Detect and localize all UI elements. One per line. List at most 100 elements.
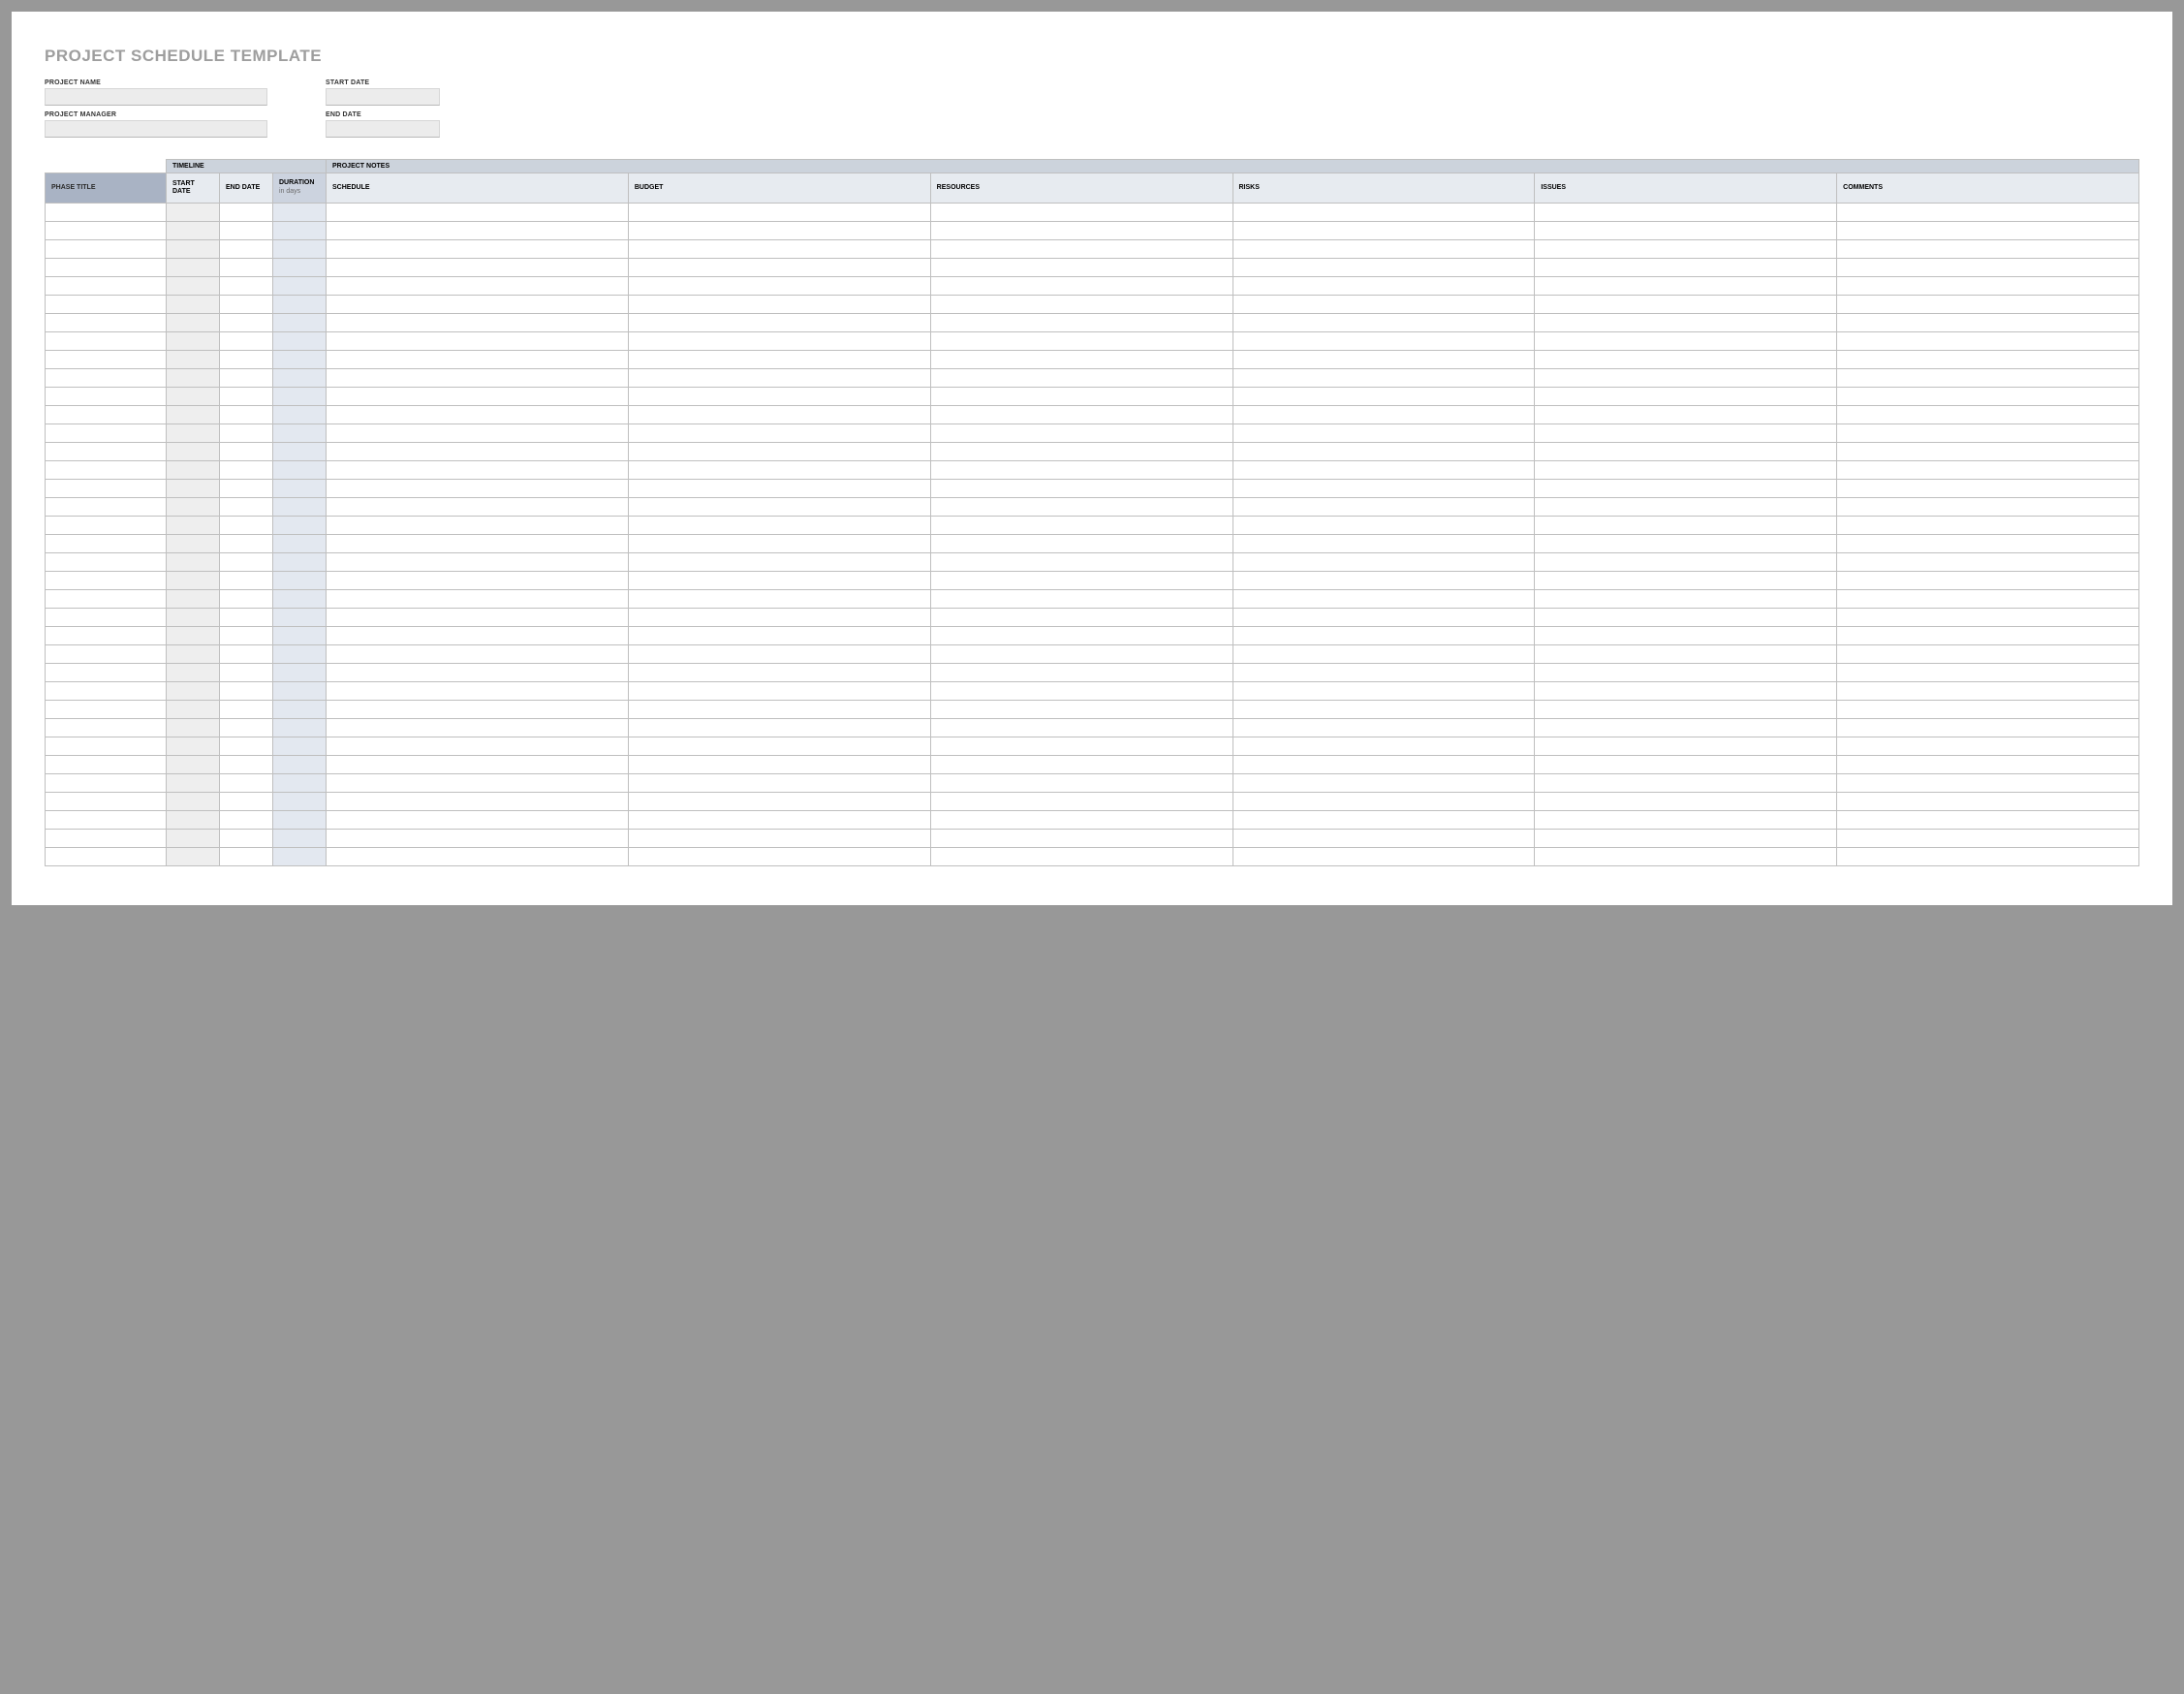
cell[interactable]	[628, 718, 930, 737]
cell[interactable]	[1837, 497, 2139, 516]
cell[interactable]	[1535, 497, 1837, 516]
cell[interactable]	[167, 368, 220, 387]
cell[interactable]	[273, 442, 327, 460]
cell[interactable]	[167, 239, 220, 258]
cell[interactable]	[273, 258, 327, 276]
cell[interactable]	[628, 571, 930, 589]
cell[interactable]	[46, 424, 167, 442]
cell[interactable]	[327, 534, 629, 552]
end-date-input[interactable]	[326, 120, 440, 138]
cell[interactable]	[930, 608, 1232, 626]
cell[interactable]	[1535, 350, 1837, 368]
cell[interactable]	[167, 387, 220, 405]
cell[interactable]	[1232, 552, 1535, 571]
cell[interactable]	[1535, 313, 1837, 331]
cell[interactable]	[628, 755, 930, 773]
cell[interactable]	[46, 681, 167, 700]
cell[interactable]	[220, 516, 273, 534]
cell[interactable]	[220, 405, 273, 424]
cell[interactable]	[273, 368, 327, 387]
cell[interactable]	[1232, 405, 1535, 424]
cell[interactable]	[220, 424, 273, 442]
cell[interactable]	[273, 534, 327, 552]
cell[interactable]	[628, 516, 930, 534]
cell[interactable]	[273, 313, 327, 331]
cell[interactable]	[1535, 295, 1837, 313]
cell[interactable]	[1535, 203, 1837, 221]
cell[interactable]	[46, 497, 167, 516]
cell[interactable]	[1232, 460, 1535, 479]
cell[interactable]	[46, 755, 167, 773]
cell[interactable]	[628, 663, 930, 681]
cell[interactable]	[220, 460, 273, 479]
cell[interactable]	[273, 792, 327, 810]
cell[interactable]	[273, 203, 327, 221]
cell[interactable]	[628, 700, 930, 718]
cell[interactable]	[930, 534, 1232, 552]
cell[interactable]	[46, 368, 167, 387]
cell[interactable]	[1837, 350, 2139, 368]
cell[interactable]	[1232, 755, 1535, 773]
cell[interactable]	[220, 773, 273, 792]
cell[interactable]	[628, 829, 930, 847]
cell[interactable]	[628, 424, 930, 442]
cell[interactable]	[1837, 792, 2139, 810]
cell[interactable]	[220, 331, 273, 350]
cell[interactable]	[1837, 773, 2139, 792]
cell[interactable]	[628, 221, 930, 239]
cell[interactable]	[1535, 626, 1837, 644]
cell[interactable]	[273, 571, 327, 589]
cell[interactable]	[1837, 552, 2139, 571]
cell[interactable]	[46, 350, 167, 368]
cell[interactable]	[1232, 479, 1535, 497]
cell[interactable]	[1837, 221, 2139, 239]
cell[interactable]	[1535, 589, 1837, 608]
cell[interactable]	[1232, 368, 1535, 387]
cell[interactable]	[1232, 387, 1535, 405]
cell[interactable]	[220, 792, 273, 810]
cell[interactable]	[220, 847, 273, 865]
cell[interactable]	[327, 460, 629, 479]
cell[interactable]	[273, 350, 327, 368]
cell[interactable]	[167, 424, 220, 442]
cell[interactable]	[628, 239, 930, 258]
cell[interactable]	[167, 792, 220, 810]
cell[interactable]	[273, 295, 327, 313]
cell[interactable]	[220, 663, 273, 681]
cell[interactable]	[327, 331, 629, 350]
cell[interactable]	[1837, 258, 2139, 276]
cell[interactable]	[930, 258, 1232, 276]
cell[interactable]	[1837, 295, 2139, 313]
cell[interactable]	[327, 295, 629, 313]
cell[interactable]	[167, 203, 220, 221]
cell[interactable]	[1837, 405, 2139, 424]
cell[interactable]	[46, 792, 167, 810]
cell[interactable]	[1232, 663, 1535, 681]
cell[interactable]	[46, 829, 167, 847]
cell[interactable]	[1535, 847, 1837, 865]
cell[interactable]	[930, 626, 1232, 644]
cell[interactable]	[220, 681, 273, 700]
cell[interactable]	[930, 239, 1232, 258]
cell[interactable]	[1837, 755, 2139, 773]
cell[interactable]	[167, 626, 220, 644]
cell[interactable]	[220, 295, 273, 313]
cell[interactable]	[273, 221, 327, 239]
cell[interactable]	[220, 608, 273, 626]
cell[interactable]	[327, 516, 629, 534]
cell[interactable]	[628, 405, 930, 424]
cell[interactable]	[1535, 405, 1837, 424]
cell[interactable]	[220, 442, 273, 460]
cell[interactable]	[327, 608, 629, 626]
cell[interactable]	[327, 368, 629, 387]
cell[interactable]	[273, 589, 327, 608]
cell[interactable]	[46, 534, 167, 552]
cell[interactable]	[1535, 755, 1837, 773]
cell[interactable]	[1837, 608, 2139, 626]
cell[interactable]	[1232, 258, 1535, 276]
cell[interactable]	[930, 350, 1232, 368]
cell[interactable]	[46, 718, 167, 737]
cell[interactable]	[930, 497, 1232, 516]
cell[interactable]	[167, 829, 220, 847]
cell[interactable]	[220, 221, 273, 239]
